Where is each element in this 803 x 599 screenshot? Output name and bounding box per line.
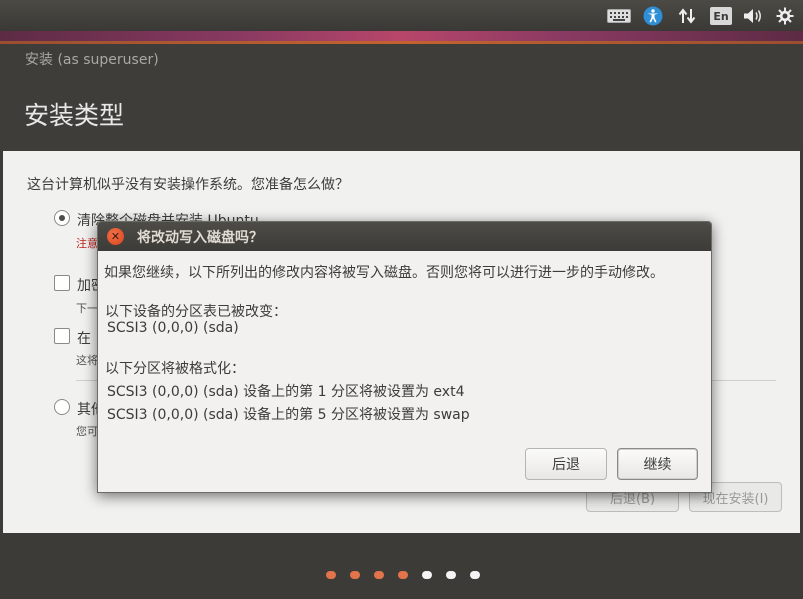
accessibility-icon[interactable] [642, 6, 664, 26]
progress-footer [0, 533, 803, 599]
install-question: 这台计算机似乎没有安装操作系统。您准备怎么做？ [27, 177, 349, 193]
language-indicator[interactable]: En [710, 7, 732, 25]
network-icon[interactable] [676, 6, 698, 26]
something-else-description: 您可 [76, 425, 98, 438]
dialog-intro-text: 如果您继续，以下所列出的修改内容将被写入磁盘。否则您将可以进行进一步的手动修改。 [104, 265, 664, 281]
lvm-label[interactable]: 在 [77, 328, 91, 348]
close-icon[interactable]: ✕ [107, 228, 124, 245]
dialog-back-button[interactable]: 后退 [525, 448, 607, 480]
progress-dot [446, 571, 456, 579]
dialog-title: 将改动写入磁盘吗？ [137, 230, 263, 246]
partition-table-heading: 以下设备的分区表已被改变： [105, 304, 287, 320]
power-gear-icon[interactable] [774, 6, 796, 26]
progress-dot [398, 571, 408, 579]
keyboard-icon[interactable] [606, 6, 632, 26]
erase-disk-radio[interactable] [54, 210, 70, 226]
page-title: 安装类型 [24, 101, 125, 130]
write-changes-dialog: ✕ 将改动写入磁盘吗？ 如果您继续，以下所列出的修改内容将被写入磁盘。否则您将可… [97, 221, 712, 493]
erase-disk-warning: 注意 [76, 237, 98, 250]
encrypt-description: 下一 [76, 302, 98, 315]
dialog-continue-button[interactable]: 继续 [617, 448, 698, 480]
lvm-checkbox[interactable] [54, 328, 70, 344]
dialog-titlebar: ✕ 将改动写入磁盘吗？ [98, 222, 711, 251]
partition-table-device: SCSI3 (0,0,0) (sda) [107, 320, 239, 336]
window-header: 安装 (as superuser) 安装类型 [0, 44, 803, 151]
progress-dot [326, 571, 336, 579]
window-title: 安装 (as superuser) [25, 52, 159, 68]
format-heading: 以下分区将被格式化： [105, 361, 245, 377]
top-panel: En [0, 0, 803, 31]
encrypt-checkbox[interactable] [54, 275, 70, 291]
format-item: SCSI3 (0,0,0) (sda) 设备上的第 1 分区将被设置为 ext4 [107, 384, 465, 400]
progress-dot [422, 571, 432, 579]
progress-dot [350, 571, 360, 579]
progress-dot [470, 571, 480, 579]
progress-dot [374, 571, 384, 579]
volume-icon[interactable] [742, 6, 764, 26]
lvm-description: 这将 [76, 354, 98, 367]
something-else-radio[interactable] [54, 399, 70, 415]
header-accent-strip [0, 31, 803, 44]
format-item: SCSI3 (0,0,0) (sda) 设备上的第 5 分区将被设置为 swap [107, 407, 470, 423]
